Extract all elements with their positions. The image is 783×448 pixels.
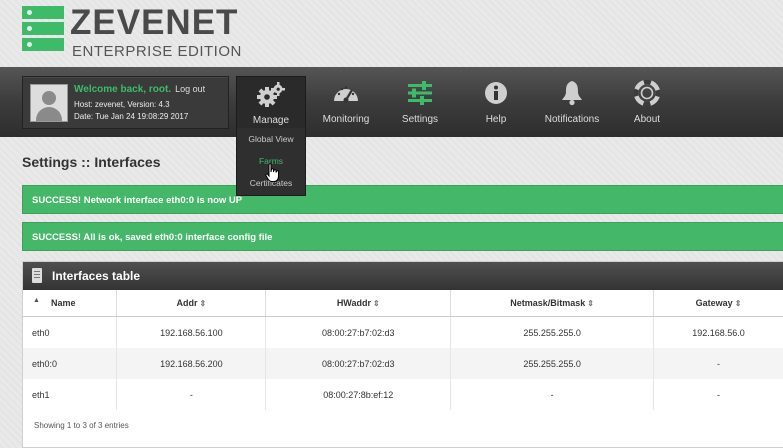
server-icon (32, 268, 42, 283)
cell-name: eth1 (23, 379, 118, 410)
cell-gateway: - (653, 379, 783, 410)
avatar (30, 84, 68, 122)
brand-name: ZEVENET (70, 3, 239, 42)
success-alert-2: SUCCESS! All is ok, saved eth0:0 interfa… (22, 222, 783, 251)
gears-icon (237, 82, 305, 107)
speedometer-icon (314, 81, 378, 105)
nav-manage-label: Manage (252, 115, 290, 126)
cell-gateway: - (653, 348, 783, 379)
user-box: Welcome back, root. Log out Host: zevenet… (22, 76, 229, 129)
cell-netmask: 255.255.255.0 (450, 348, 655, 379)
lifebuoy-icon (624, 80, 670, 106)
host-info: Host: zevenet, Version: 4.3 (74, 100, 170, 109)
manage-dropdown: Global View Farms Certificates (236, 128, 306, 196)
welcome-text: Welcome back, root. (74, 84, 172, 95)
nav-about[interactable]: About (624, 67, 670, 137)
cell-name: eth0 (23, 316, 118, 348)
cell-addr: - (116, 379, 267, 410)
brand-edition: ENTERPRISE EDITION (72, 43, 242, 60)
nav-settings-label: Settings (401, 114, 439, 125)
bell-icon (536, 81, 608, 106)
logo-icon (22, 6, 64, 54)
nav-settings[interactable]: Settings (392, 67, 448, 137)
table-footer: Showing 1 to 3 of 3 entries (34, 421, 129, 430)
cell-name: eth0:0 (23, 348, 118, 379)
nav-notifications-label: Notifications (544, 114, 600, 125)
table-row[interactable]: eth1 - 08:00:27:8b:ef:12 - - (23, 379, 783, 410)
col-name[interactable]: ▲ Name (23, 290, 118, 317)
sort-asc-icon: ▲ (33, 297, 40, 304)
sort-icon: ⇕ (734, 299, 742, 308)
nav-monitoring-label: Monitoring (322, 114, 370, 125)
page-title: Settings :: Interfaces (22, 154, 161, 170)
cell-addr: 192.168.56.100 (116, 316, 267, 348)
menu-item-global-view[interactable]: Global View (237, 128, 305, 150)
sort-icon: ⇕ (372, 299, 380, 308)
date-info: Date: Tue Jan 24 19:08:29 2017 (74, 112, 189, 121)
nav-help-label: Help (485, 114, 507, 125)
navbar: Welcome back, root. Log out Host: zevenet… (0, 67, 783, 138)
table-row[interactable]: eth0:0 192.168.56.200 08:00:27:b7:02:d3 … (23, 348, 783, 379)
sliders-icon (392, 81, 448, 105)
logo: ZEVENET ENTERPRISE EDITION (22, 3, 252, 60)
nav-help[interactable]: Help (472, 67, 520, 137)
panel-header: Interfaces table (23, 262, 783, 290)
welcome-line: Welcome back, root. Log out (74, 84, 205, 95)
cell-netmask: - (450, 379, 655, 410)
nav-notifications[interactable]: Notifications (536, 67, 608, 137)
success-alert-1: SUCCESS! Network interface eth0:0 is now… (22, 185, 783, 214)
cell-hwaddr: 08:00:27:b7:02:d3 (265, 316, 452, 348)
table-row[interactable]: eth0 192.168.56.100 08:00:27:b7:02:d3 25… (23, 316, 783, 348)
logout-link[interactable]: Log out (175, 84, 205, 94)
cell-hwaddr: 08:00:27:b7:02:d3 (265, 348, 452, 379)
cell-netmask: 255.255.255.0 (450, 316, 655, 348)
sort-icon: ⇕ (199, 299, 207, 308)
nav-monitoring[interactable]: Monitoring (314, 67, 378, 137)
col-netmask[interactable]: Netmask/Bitmask ⇕ (450, 290, 655, 317)
sort-icon: ⇕ (587, 299, 594, 308)
col-gateway[interactable]: Gateway ⇕ (653, 290, 783, 317)
cell-gateway: 192.168.56.0 (653, 316, 783, 348)
col-hwaddr[interactable]: HWaddr ⇕ (265, 290, 452, 317)
interfaces-panel: Interfaces table ▲ Name Addr ⇕ HWaddr ⇕ Net… (22, 261, 783, 448)
hand-cursor-icon (265, 163, 279, 182)
cell-hwaddr: 08:00:27:8b:ef:12 (265, 379, 452, 410)
col-addr[interactable]: Addr ⇕ (116, 290, 267, 317)
cell-addr: 192.168.56.200 (116, 348, 267, 379)
interfaces-table: ▲ Name Addr ⇕ HWaddr ⇕ Netmask/Bitmask ⇕ Gat… (23, 290, 783, 410)
info-icon (472, 81, 520, 105)
nav-about-label: About (633, 114, 661, 125)
panel-title: Interfaces table (52, 269, 141, 283)
